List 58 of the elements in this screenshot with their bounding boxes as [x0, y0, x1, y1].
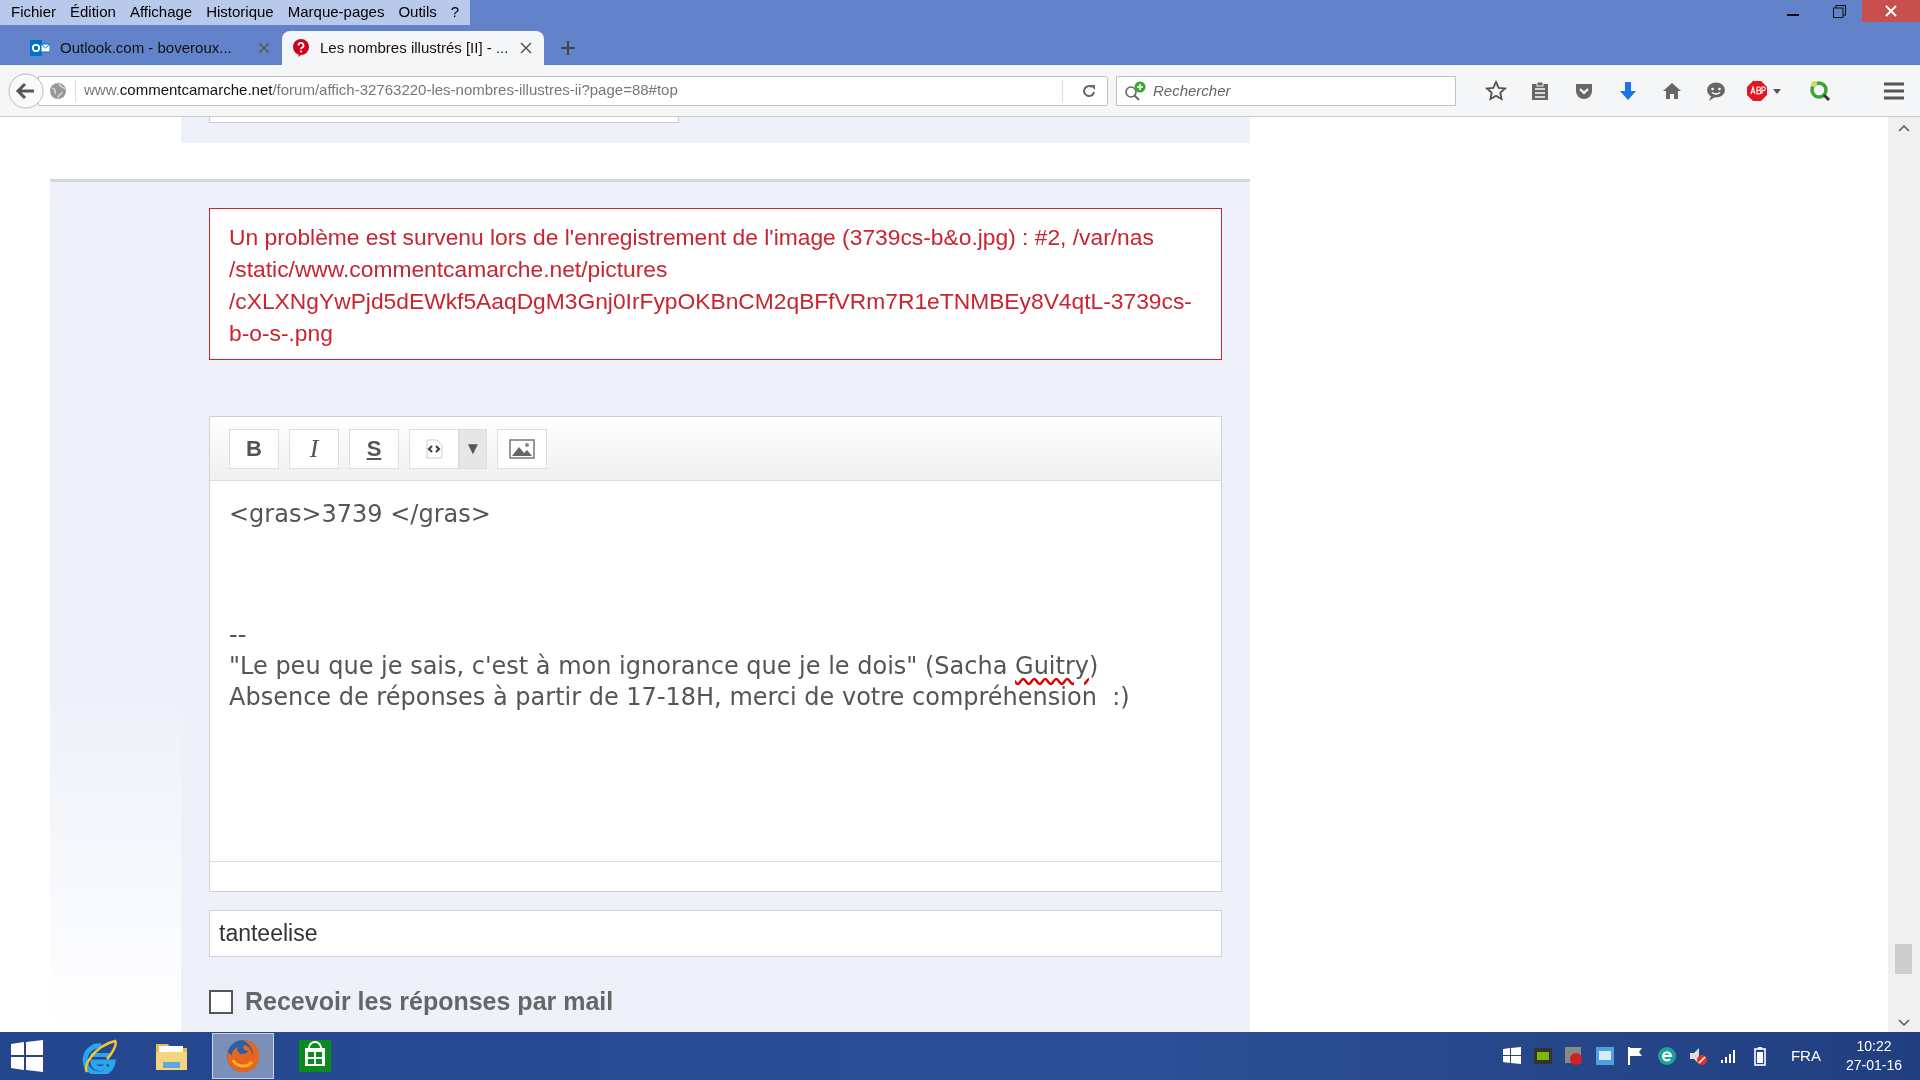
mail-app-icon	[30, 39, 50, 57]
windows-start-icon[interactable]	[10, 1039, 44, 1073]
menu-item[interactable]: Marque-pages	[280, 1, 392, 24]
list-icon[interactable]	[1529, 79, 1551, 102]
new-tab-icon[interactable]	[560, 40, 576, 56]
menu-item[interactable]: Fichier	[4, 1, 63, 24]
question-icon	[292, 39, 310, 57]
search-field[interactable]: Rechercher	[1116, 75, 1456, 106]
signature-line: Absence de réponses à partir de 17-18H, merci de votre compréhension :)	[229, 682, 1131, 713]
network-card-icon[interactable]	[1594, 1046, 1615, 1066]
clock-time[interactable]: 10:22	[1845, 1037, 1902, 1056]
menu-item[interactable]: Historique	[199, 1, 281, 24]
bold-button[interactable]: B	[229, 428, 279, 469]
menu-item[interactable]: Affichage	[122, 1, 200, 24]
reload-icon[interactable]	[1081, 82, 1097, 99]
menu-icon[interactable]	[1883, 80, 1905, 101]
graphics-icon[interactable]	[1532, 1046, 1553, 1066]
italic-button[interactable]: I	[289, 428, 339, 469]
browser-e-icon	[81, 1038, 117, 1074]
name-field[interactable]: tanteelise	[209, 910, 1222, 957]
close-icon[interactable]	[520, 42, 532, 54]
clock-date[interactable]: 27-01-16	[1845, 1056, 1902, 1075]
language-indicator[interactable]: FRA	[1790, 1044, 1821, 1068]
magnifier-icon[interactable]	[1809, 79, 1831, 102]
menu-item[interactable]: Outils	[391, 1, 444, 24]
star-icon[interactable]	[1485, 79, 1507, 102]
image-icon	[509, 438, 535, 459]
strike-button[interactable]: S	[349, 428, 399, 469]
image-button[interactable]	[497, 428, 547, 469]
scroll-up-icon[interactable]	[1898, 123, 1910, 133]
dropdown-button[interactable]: ▼	[459, 428, 487, 469]
restore-icon[interactable]	[1832, 4, 1846, 18]
browser-tab[interactable]: Outlook.com - boveroux...	[20, 31, 282, 65]
menu-item[interactable]: ?	[443, 1, 467, 24]
adblock-icon[interactable]	[1746, 79, 1782, 102]
scroll-thumb[interactable]	[1895, 944, 1912, 974]
back-icon[interactable]	[8, 72, 44, 109]
text-editor[interactable]: B I S ▼ <gras>3739 </gras> -- "Le peu que je sais, c'est à mon ignorance que je le dois" (Sacha Guitry) Absence de réponses à partir de 17-18H, merci de votre compréhension :)	[209, 416, 1222, 892]
muted-speaker-icon[interactable]	[1687, 1046, 1708, 1066]
menu-item[interactable]: Édition	[63, 1, 123, 24]
taskbar-app[interactable]	[212, 1033, 274, 1079]
signature-line: --	[229, 620, 248, 651]
windows-icon[interactable]	[1501, 1046, 1522, 1066]
signature-line: "Le peu que je sais, c'est à mon ignorance que je le dois" (Sacha Guitry)	[229, 651, 1100, 682]
checkbox-label: Recevoir les réponses par mail	[245, 986, 614, 1017]
globe-icon	[49, 81, 67, 100]
editor-text: <gras>3739 </gras>	[229, 499, 492, 530]
scroll-down-icon[interactable]	[1898, 1018, 1910, 1028]
scrollbar[interactable]	[1888, 117, 1920, 1032]
download-icon[interactable]	[1617, 79, 1639, 102]
browser-tab[interactable]: Les nombres illustrés [II] - ...	[282, 31, 544, 65]
error-message: Un problème est survenu lors de l'enregistrement de l'image (3739cs-b&o.jpg) : #2, /var/nas /static/www.commentcamarche.net/pictures /cXLXNgYwPjd5dEWkf5AaqDgM3Gnj0IrFypOKBnCM2qBFfVRm7R1eTNMBEy8V4qtL-3739cs- b-o-s-.png	[209, 208, 1222, 360]
record-icon[interactable]	[1563, 1046, 1584, 1066]
code-icon	[424, 438, 444, 459]
shopping-bag-icon	[297, 1038, 333, 1074]
checkbox[interactable]	[209, 989, 233, 1014]
letter-e-icon[interactable]	[1656, 1046, 1677, 1066]
fox-globe-icon	[225, 1038, 261, 1074]
